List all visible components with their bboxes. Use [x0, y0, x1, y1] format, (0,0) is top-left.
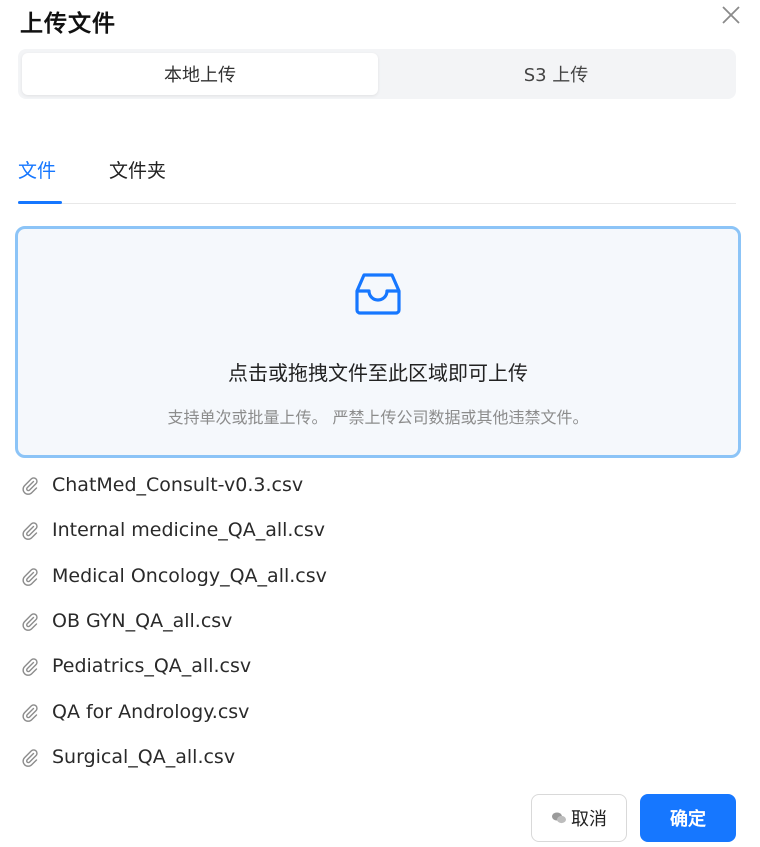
cancel-label: 取消	[571, 809, 607, 830]
s3-upload-tab[interactable]: S3 上传	[380, 53, 732, 95]
paperclip-icon	[22, 658, 38, 676]
dropzone-main-text: 点击或拖拽文件至此区域即可上传	[228, 361, 528, 385]
file-item[interactable]: ChatMed_Consult-v0.3.csv	[20, 470, 303, 500]
file-item[interactable]: OB GYN_QA_all.csv	[20, 606, 232, 636]
file-name: Surgical_QA_all.csv	[52, 746, 236, 768]
file-name: ChatMed_Consult-v0.3.csv	[52, 474, 304, 496]
dialog-title: 上传文件	[20, 11, 116, 37]
file-name: Pediatrics_QA_all.csv	[52, 655, 252, 677]
upload-source-switch: 本地上传 S3 上传	[18, 49, 736, 99]
upload-dialog: 上传文件 本地上传 S3 上传 文件 文件夹 点击或拖拽文件至此区域即可上传 支…	[0, 0, 760, 847]
file-item[interactable]: Pediatrics_QA_all.csv	[20, 651, 251, 681]
paperclip-icon	[22, 613, 38, 631]
file-item[interactable]: Medical Oncology_QA_all.csv	[20, 561, 327, 591]
cancel-button[interactable]: 取消	[531, 794, 627, 842]
paperclip-icon	[22, 522, 38, 540]
file-item[interactable]: Surgical_QA_all.csv	[20, 742, 235, 772]
upload-type-tabs: 文件 文件夹	[18, 150, 736, 204]
chat-icon	[552, 812, 566, 824]
close-icon[interactable]	[718, 2, 744, 28]
paperclip-icon	[22, 704, 38, 722]
file-name: Medical Oncology_QA_all.csv	[52, 565, 327, 587]
tab-folder[interactable]: 文件夹	[109, 156, 166, 183]
confirm-button[interactable]: 确定	[640, 794, 736, 842]
upload-dropzone[interactable]: 点击或拖拽文件至此区域即可上传 支持单次或批量上传。 严禁上传公司数据或其他违禁…	[15, 226, 741, 458]
tab-file[interactable]: 文件	[18, 156, 56, 183]
file-name: Internal medicine_QA_all.csv	[52, 519, 326, 541]
paperclip-icon	[22, 749, 38, 767]
file-name: OB GYN_QA_all.csv	[52, 610, 233, 632]
paperclip-icon	[22, 568, 38, 586]
local-upload-tab[interactable]: 本地上传	[22, 53, 378, 95]
file-name: QA for Andrology.csv	[52, 701, 250, 723]
inbox-icon	[355, 273, 401, 315]
file-item[interactable]: Internal medicine_QA_all.csv	[20, 515, 325, 545]
active-tab-indicator	[18, 201, 62, 204]
dropzone-hint-text: 支持单次或批量上传。 严禁上传公司数据或其他违禁文件。	[167, 408, 589, 427]
paperclip-icon	[22, 477, 38, 495]
file-item[interactable]: QA for Andrology.csv	[20, 697, 249, 727]
